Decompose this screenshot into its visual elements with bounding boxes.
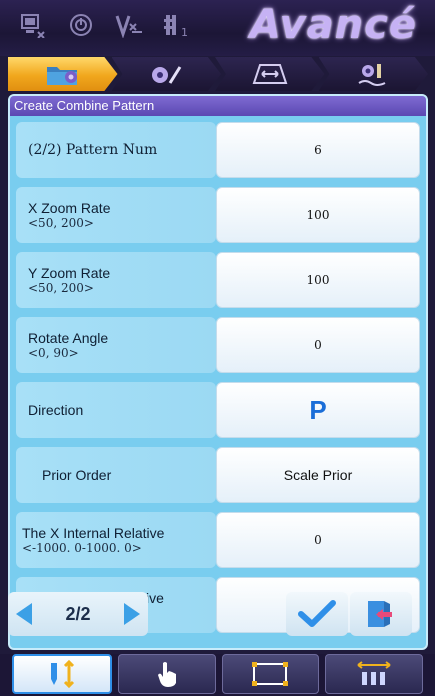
machine-1-icon[interactable]: 1 xyxy=(160,8,194,42)
monitor-icon[interactable] xyxy=(16,8,50,42)
svg-text:1: 1 xyxy=(181,26,188,38)
tab-embroidery[interactable] xyxy=(318,57,428,91)
pattern-folder-icon xyxy=(46,67,77,85)
combine-pattern-panel: Create Combine Pattern (2/2) Pattern Num… xyxy=(8,94,428,650)
y-zoom-rate-range: <50, 200> xyxy=(28,280,94,295)
pattern-num-label-text: (2/2) Pattern Num xyxy=(28,142,158,158)
top-status-bar: 1 Avancé xyxy=(0,0,435,56)
x-zoom-rate-range: <50, 200> xyxy=(28,215,94,230)
status-icons: 1 xyxy=(16,8,194,42)
brand-logo: Avancé xyxy=(249,2,417,48)
exit-door-icon xyxy=(368,601,392,627)
pattern-num-value[interactable]: 6 xyxy=(216,122,420,178)
bottom-tab-needle[interactable] xyxy=(12,654,112,694)
confirm-button[interactable] xyxy=(286,592,348,636)
x-internal-relative-label-text: The X Internal Relative xyxy=(22,524,165,541)
checkmark-icon xyxy=(298,600,336,627)
embroidery-icon xyxy=(358,64,386,86)
row-x-zoom-rate: X Zoom Rate <50, 200> 100 xyxy=(16,187,420,243)
row-y-zoom-rate: Y Zoom Rate <50, 200> 100 xyxy=(16,252,420,308)
needle-updown-icon xyxy=(50,659,74,689)
tab-frame-adjust[interactable] xyxy=(215,57,325,91)
tab-pattern-folder[interactable] xyxy=(8,57,118,91)
direction-value[interactable]: P xyxy=(216,382,420,438)
prior-order-value[interactable]: Scale Prior xyxy=(216,447,420,503)
bottom-tab-thread[interactable] xyxy=(325,654,423,694)
power-icon[interactable] xyxy=(64,8,98,42)
row-x-internal-relative: The X Internal Relative <-1000. 0-1000. … xyxy=(16,512,420,568)
frame-adjust-icon xyxy=(252,64,288,84)
direction-label-text: Direction xyxy=(28,402,84,418)
x-zoom-rate-label-text: X Zoom Rate xyxy=(28,199,111,216)
row-prior-order: Prior Order Scale Prior xyxy=(16,447,420,503)
row-rotate-angle: Rotate Angle <0, 90> 0 xyxy=(16,317,420,373)
rotate-angle-label-text: Rotate Angle xyxy=(28,329,109,346)
row-direction: Direction P xyxy=(16,382,420,438)
x-internal-relative-label: The X Internal Relative <-1000. 0-1000. … xyxy=(16,512,216,568)
prev-page-button[interactable] xyxy=(16,603,32,625)
row-pattern-num: (2/2) Pattern Num 6 xyxy=(16,122,420,178)
bottom-tab-manual[interactable] xyxy=(117,654,216,694)
y-zoom-rate-label: Y Zoom Rate <50, 200> xyxy=(16,252,216,308)
y-zoom-rate-label-text: Y Zoom Rate xyxy=(28,264,111,281)
page-indicator: 2/2 xyxy=(65,603,91,624)
pattern-num-label: (2/2) Pattern Num xyxy=(16,122,216,178)
rotate-angle-value[interactable]: 0 xyxy=(216,317,420,373)
prior-order-label-text: Prior Order xyxy=(42,467,112,483)
x-internal-relative-range: <-1000. 0-1000. 0> xyxy=(22,540,142,555)
panel-footer: 2/2 xyxy=(8,590,412,640)
bottom-toolbar xyxy=(0,654,435,696)
settings-list: (2/2) Pattern Num 6 X Zoom Rate <50, 200… xyxy=(16,122,420,642)
bottom-tab-frame[interactable] xyxy=(221,654,320,694)
needle-off-icon[interactable] xyxy=(112,8,146,42)
y-zoom-rate-value[interactable]: 100 xyxy=(216,252,420,308)
direction-label: Direction xyxy=(16,382,216,438)
exit-button[interactable] xyxy=(350,592,412,636)
prior-order-label: Prior Order xyxy=(16,447,216,503)
hand-pointer-icon xyxy=(157,662,176,687)
x-zoom-rate-label: X Zoom Rate <50, 200> xyxy=(16,187,216,243)
tab-edit-pattern[interactable] xyxy=(111,57,221,91)
nav-tabs xyxy=(8,57,428,91)
next-page-button[interactable] xyxy=(124,603,140,625)
thread-tension-icon xyxy=(357,661,391,685)
x-zoom-rate-value[interactable]: 100 xyxy=(216,187,420,243)
x-internal-relative-value[interactable]: 0 xyxy=(216,512,420,568)
frame-icon xyxy=(252,662,289,686)
rotate-angle-label: Rotate Angle <0, 90> xyxy=(16,317,216,373)
rotate-angle-range: <0, 90> xyxy=(28,345,79,360)
panel-title: Create Combine Pattern xyxy=(10,96,426,116)
edit-pattern-icon xyxy=(152,66,182,84)
pager: 2/2 xyxy=(8,592,148,636)
